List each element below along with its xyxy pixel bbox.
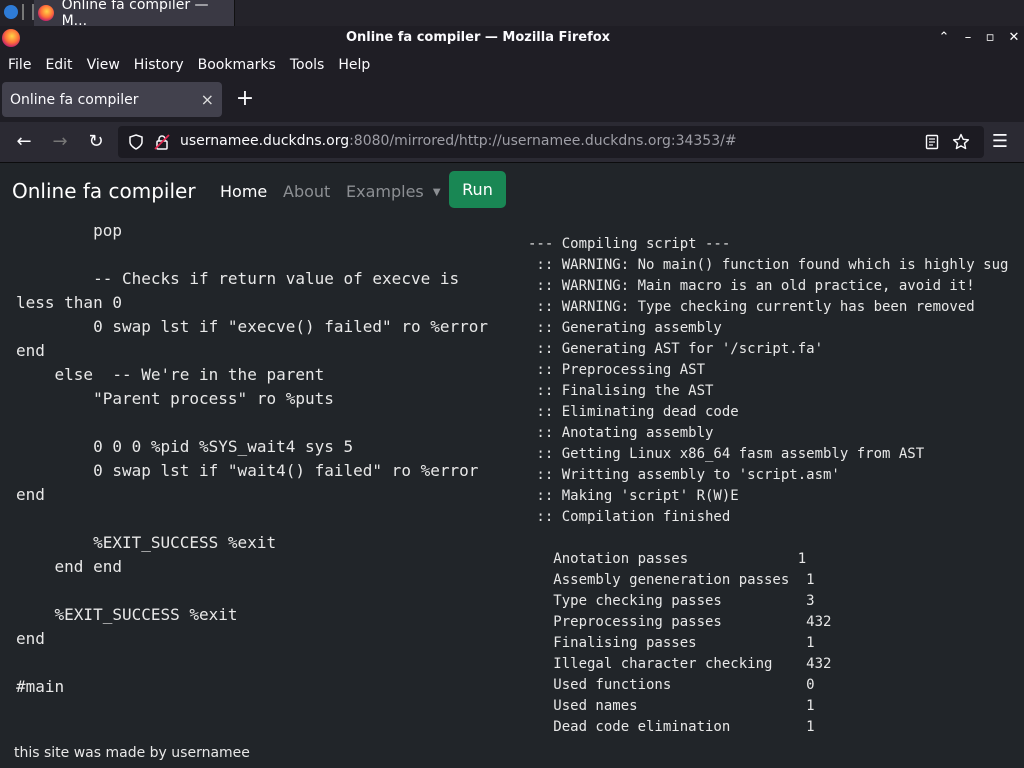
menu-history[interactable]: History: [134, 57, 184, 73]
os-window-tab[interactable]: Online fa compiler — M...: [34, 0, 235, 29]
nav-home[interactable]: Home: [220, 182, 267, 201]
nav-examples-dropdown[interactable]: Examples ▼: [346, 182, 441, 201]
tab-strip: Online fa compiler × +: [0, 80, 1024, 122]
navigation-bar: ← → ↻ usernamee.duckdns.org:8080/mirrore…: [0, 122, 1024, 163]
new-tab-button[interactable]: +: [233, 86, 257, 112]
url-path: :8080/mirrored/http://usernamee.duckdns.…: [349, 133, 737, 149]
shield-icon[interactable]: [128, 134, 144, 150]
menu-tools[interactable]: Tools: [290, 57, 325, 73]
close-window-button[interactable]: ✕: [1004, 28, 1024, 48]
window-title: Online fa compiler — Mozilla Firefox: [345, 30, 611, 45]
url-host: usernamee.duckdns.org: [180, 133, 350, 149]
compiler-output: --- Compiling script --- :: WARNING: No …: [528, 236, 1009, 735]
reload-button[interactable]: ↻: [84, 130, 108, 154]
url-text: usernamee.duckdns.org:8080/mirrored/http…: [180, 133, 737, 149]
run-button[interactable]: Run: [449, 171, 506, 208]
menu-help[interactable]: Help: [338, 57, 370, 73]
maximize-button[interactable]: ▫: [980, 28, 1000, 48]
os-window-tab-title: Online fa compiler — M...: [61, 0, 209, 29]
minimize-button[interactable]: –: [958, 28, 978, 48]
nav-examples-label: Examples: [346, 182, 424, 201]
firefox-icon: [38, 5, 54, 21]
forward-button[interactable]: →: [48, 130, 72, 154]
nav-about[interactable]: About: [283, 182, 330, 201]
bookmark-star-icon[interactable]: [952, 133, 970, 151]
reader-view-icon[interactable]: [924, 134, 940, 150]
os-taskbar: Online fa compiler — M...: [0, 0, 1024, 29]
caret-down-icon: ▼: [432, 187, 441, 198]
url-bar[interactable]: usernamee.duckdns.org:8080/mirrored/http…: [118, 126, 984, 158]
site-footer: this site was made by usernamee: [14, 745, 250, 761]
lock-insecure-icon[interactable]: [154, 134, 170, 150]
hamburger-menu-icon[interactable]: ☰: [988, 130, 1012, 154]
window-titlebar: Online fa compiler — Mozilla Firefox ⌃ –…: [0, 26, 1024, 50]
app-launcher-icon[interactable]: [4, 5, 18, 19]
separator-icon: [22, 4, 34, 20]
code-editor[interactable]: pop -- Checks if return value of execve …: [16, 219, 496, 699]
maximize-up-icon[interactable]: ⌃: [934, 28, 954, 48]
menu-file[interactable]: File: [8, 57, 31, 73]
menu-bar: File Edit View History Bookmarks Tools H…: [0, 50, 1024, 80]
main-content: pop -- Checks if return value of execve …: [0, 219, 1024, 768]
browser-tab-title: Online fa compiler: [10, 91, 139, 108]
site-navbar: Online fa compiler Home About Examples ▼…: [0, 163, 1024, 219]
back-button[interactable]: ←: [12, 130, 36, 154]
menu-bookmarks[interactable]: Bookmarks: [198, 57, 276, 73]
close-tab-icon[interactable]: ×: [201, 90, 214, 109]
browser-tab[interactable]: Online fa compiler ×: [2, 82, 222, 117]
menu-view[interactable]: View: [87, 57, 120, 73]
menu-edit[interactable]: Edit: [45, 57, 72, 73]
site-brand[interactable]: Online fa compiler: [12, 179, 196, 203]
